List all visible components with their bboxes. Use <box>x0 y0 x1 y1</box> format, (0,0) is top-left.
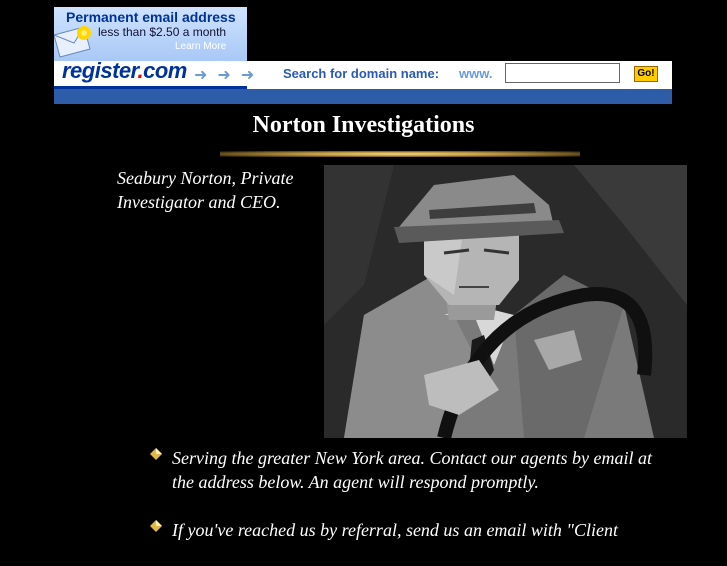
domain-search-bar: register.com ➜➜➜ Search for domain name:… <box>54 58 672 89</box>
email-ad[interactable]: Permanent email address less than $2.50 … <box>54 7 247 61</box>
logo-text: register.com <box>62 58 187 84</box>
logo-tld: com <box>143 58 187 83</box>
go-button[interactable]: Go! <box>634 66 658 82</box>
info-list: Serving the greater New York area. Conta… <box>150 446 670 566</box>
list-item: Serving the greater New York area. Conta… <box>150 446 670 494</box>
register-banner[interactable]: Permanent email address less than $2.50 … <box>54 7 672 104</box>
domain-search-input[interactable] <box>505 63 620 83</box>
list-item: If you've reached us by referral, send u… <box>150 518 670 542</box>
banner-strip <box>54 89 672 104</box>
ad-subtitle: less than $2.50 a month <box>98 25 227 39</box>
envelope-icon <box>54 26 91 58</box>
logo-name: register <box>62 58 138 83</box>
gold-diamond-icon <box>150 448 162 460</box>
gold-divider <box>220 151 580 157</box>
learn-more-link[interactable]: Learn More <box>175 41 226 52</box>
search-label: Search for domain name: <box>283 66 440 81</box>
page-title: Norton Investigations <box>252 112 475 138</box>
arrow-icons: ➜➜➜ <box>194 65 265 84</box>
detective-photo <box>324 165 687 438</box>
gold-diamond-icon <box>150 520 162 532</box>
ad-title: Permanent email address <box>66 9 236 25</box>
photo-caption: Seabury Norton, Private Investigator and… <box>117 168 294 212</box>
list-item-text: If you've reached us by referral, send u… <box>172 520 618 540</box>
www-prefix: www. <box>459 66 493 81</box>
list-item-text: Serving the greater New York area. Conta… <box>172 448 652 492</box>
